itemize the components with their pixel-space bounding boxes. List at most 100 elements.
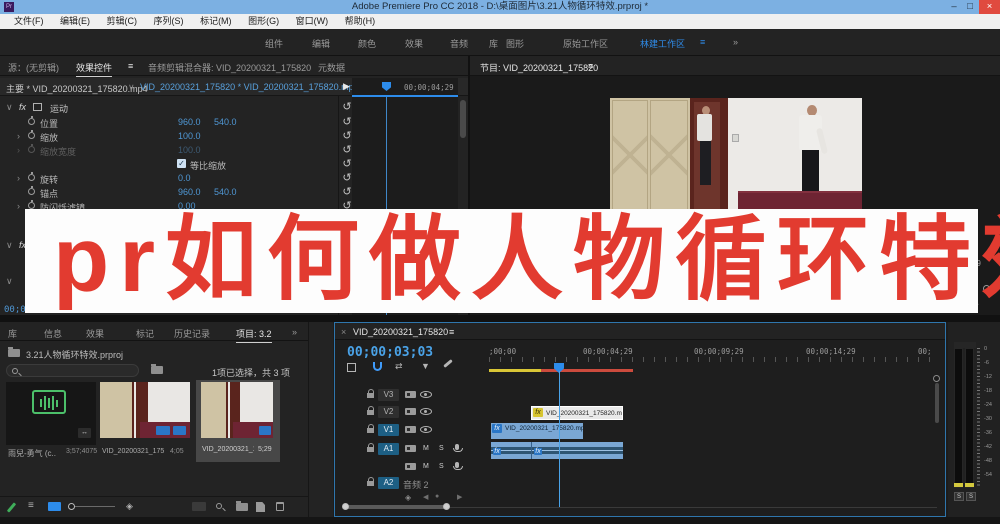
- menu-item-graphics[interactable]: 图形(G): [248, 16, 279, 26]
- minimize-button[interactable]: –: [946, 0, 962, 14]
- effect-controls-menu-icon[interactable]: ≡: [128, 61, 133, 71]
- timeremap-group-chevron-icon[interactable]: ∨: [6, 276, 13, 287]
- zoom-slider-track[interactable]: [70, 506, 115, 507]
- new-item-icon[interactable]: [256, 502, 265, 512]
- track-output-eye-icon[interactable]: [420, 426, 432, 433]
- tab-project[interactable]: 项目: 3.2: [236, 327, 272, 343]
- tab-sequence[interactable]: VID_20200321_175820: [353, 327, 448, 337]
- workspace-tab-editing[interactable]: 编辑: [312, 37, 330, 50]
- keyframe-diamond-icon[interactable]: ◈: [405, 493, 411, 502]
- source-patch-icon[interactable]: [405, 391, 416, 398]
- track-output-eye-icon[interactable]: [420, 408, 432, 415]
- workspace-overflow-icon[interactable]: »: [733, 37, 738, 47]
- list-view-icon[interactable]: ≡: [28, 500, 34, 511]
- workspace-tab-graphics[interactable]: 图形: [506, 37, 524, 50]
- lock-icon[interactable]: [367, 424, 374, 433]
- project-item-audio[interactable]: ↔ 雨兒-勇气 (c.. 3;57;4075: [6, 382, 97, 460]
- zoom-handle-left[interactable]: [342, 503, 349, 510]
- find-icon[interactable]: [216, 503, 222, 509]
- project-overflow-icon[interactable]: »: [292, 327, 297, 337]
- workspace-tab-original[interactable]: 原始工作区: [563, 37, 608, 50]
- stopwatch-icon[interactable]: [28, 186, 35, 195]
- tab-history[interactable]: 历史记录: [174, 327, 210, 340]
- tab-info[interactable]: 信息: [44, 327, 62, 340]
- prev-keyframe-icon[interactable]: ◀: [423, 493, 428, 501]
- menu-item-edit[interactable]: 编辑(E): [60, 16, 90, 26]
- position-y-value[interactable]: 540.0: [214, 117, 237, 127]
- anchor-y-value[interactable]: 540.0: [214, 187, 237, 197]
- menu-item-clip[interactable]: 剪辑(C): [107, 16, 138, 26]
- maximize-button[interactable]: □: [962, 0, 978, 14]
- tab-audio-clip-mixer[interactable]: 音频剪辑混合器: VID_20200321_175820: [148, 61, 311, 74]
- playhead-line[interactable]: [559, 371, 560, 507]
- workspace-tab-libraries[interactable]: 库: [489, 37, 498, 50]
- show-keyframes-icon[interactable]: ▶: [343, 81, 350, 92]
- solo-button[interactable]: S: [439, 445, 444, 452]
- tab-program-monitor[interactable]: 节目: VID_20200321_175820: [480, 61, 598, 74]
- voiceover-mic-icon[interactable]: [453, 462, 463, 470]
- clip-selector-chevron-icon[interactable]: ∨: [128, 82, 135, 93]
- timeline-playhead-timecode[interactable]: 00;00;03;03: [347, 345, 433, 360]
- workspace-menu-icon[interactable]: ≡: [700, 37, 705, 47]
- stopwatch-icon[interactable]: [28, 116, 35, 125]
- voiceover-mic-icon[interactable]: [453, 444, 463, 452]
- snap-icon[interactable]: [373, 362, 382, 371]
- stopwatch-icon[interactable]: [28, 200, 35, 209]
- menu-item-markers[interactable]: 标记(M): [200, 16, 232, 26]
- effect-panel-scrollbar[interactable]: [460, 100, 466, 138]
- timeline-close-icon[interactable]: ×: [341, 327, 346, 337]
- position-x-value[interactable]: 960.0: [178, 117, 201, 127]
- source-patch-icon[interactable]: [405, 463, 416, 470]
- clip-v2-selected[interactable]: fx VID_20200321_175820.mp4: [531, 406, 623, 420]
- nest-toggle-icon[interactable]: [347, 363, 356, 372]
- workspace-tab-linjian[interactable]: 林建工作区: [640, 37, 685, 50]
- automate-to-sequence-icon[interactable]: [192, 502, 206, 511]
- solo-right-button[interactable]: S: [966, 492, 976, 501]
- menu-item-window[interactable]: 窗口(W): [296, 16, 329, 26]
- scale-value[interactable]: 100.0: [178, 131, 201, 141]
- item-name[interactable]: VID_20200321_175820..: [102, 448, 164, 455]
- lock-icon[interactable]: [367, 389, 374, 398]
- expand-chevron-icon[interactable]: ›: [17, 173, 20, 183]
- v-scroll-handle[interactable]: [933, 375, 940, 382]
- add-marker-icon[interactable]: ▼: [421, 361, 430, 371]
- opacity-group-chevron-icon[interactable]: ∨: [6, 240, 13, 251]
- tab-effect-controls[interactable]: 效果控件: [76, 61, 113, 77]
- stopwatch-icon[interactable]: [28, 172, 35, 181]
- zoom-handle-right[interactable]: [443, 503, 450, 510]
- solo-left-button[interactable]: S: [954, 492, 964, 501]
- mute-button[interactable]: M: [423, 463, 429, 470]
- timeline-ruler[interactable]: ;00;00 00;00;04;29 00;00;09;29 00;00;14;…: [479, 343, 945, 372]
- item-name[interactable]: 雨兒-勇气 (c..: [8, 448, 70, 459]
- search-input[interactable]: [6, 364, 139, 377]
- delete-icon[interactable]: [276, 502, 284, 511]
- next-keyframe-icon[interactable]: ▶: [457, 493, 462, 501]
- motion-group-label[interactable]: 运动: [50, 102, 68, 115]
- clip-selector[interactable]: VID_20200321_175820 * VID_20200321_17582…: [140, 82, 359, 92]
- expand-chevron-icon[interactable]: ›: [17, 201, 20, 211]
- tab-effects[interactable]: 效果: [86, 327, 104, 340]
- mini-playhead-marker[interactable]: [382, 82, 391, 91]
- workspace-tab-audio[interactable]: 音频: [450, 37, 468, 50]
- source-patch-icon[interactable]: [405, 426, 416, 433]
- item-name[interactable]: VID_20200321_175820: [202, 446, 254, 453]
- anchor-x-value[interactable]: 960.0: [178, 187, 201, 197]
- timeline-menu-icon[interactable]: ≡: [449, 327, 454, 337]
- lock-icon[interactable]: [367, 406, 374, 415]
- track-name-a1[interactable]: A1: [378, 443, 399, 455]
- project-item-video-2[interactable]: VID_20200321_175820 5;29: [196, 380, 280, 462]
- clip-v1[interactable]: fx VID_20200321_175820.mp4 [V: [491, 423, 583, 439]
- workspace-tab-color[interactable]: 颜色: [358, 37, 376, 50]
- icon-view-icon[interactable]: [48, 502, 61, 511]
- workspace-tab-effects[interactable]: 效果: [405, 37, 423, 50]
- clip-a1[interactable]: fx fx: [491, 442, 623, 459]
- expand-chevron-icon[interactable]: ›: [17, 131, 20, 141]
- stopwatch-icon[interactable]: [28, 130, 35, 139]
- track-name-v3[interactable]: V3: [378, 389, 399, 401]
- linked-selection-icon[interactable]: ⇄: [395, 361, 403, 372]
- rotation-value[interactable]: 0.0: [178, 173, 191, 183]
- zoom-slider-knob[interactable]: [68, 503, 75, 510]
- h-scrollbar-thumb[interactable]: [346, 505, 446, 509]
- lock-icon[interactable]: [367, 443, 374, 452]
- tab-libraries[interactable]: 库: [8, 327, 17, 340]
